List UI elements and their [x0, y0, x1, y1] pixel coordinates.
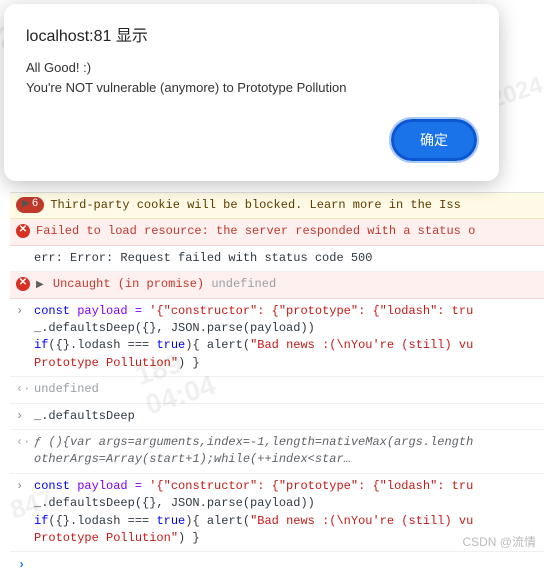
console-warning-row[interactable]: ▶6 Third-party cookie will be blocked. L… [10, 193, 544, 219]
return-arrow-icon: ‹· [16, 381, 28, 398]
dialog-line: You're NOT vulnerable (anymore) to Proto… [26, 78, 477, 98]
return-value: ƒ (){var args=arguments,index=-1,length=… [34, 434, 538, 469]
input-code: const payload = '{"constructor": {"proto… [34, 303, 538, 373]
input-code: _.defaultsDeep [34, 408, 538, 425]
input-arrow-icon: › [16, 303, 28, 320]
error-text: Failed to load resource: the server resp… [36, 223, 538, 240]
warning-text: Third-party cookie will be blocked. Lear… [50, 197, 538, 214]
alert-dialog: localhost:81 显示 All Good! :) You're NOT … [4, 4, 499, 181]
dialog-body: All Good! :) You're NOT vulnerable (anym… [26, 58, 477, 97]
error-text: ▶ Uncaught (in promise) undefined [36, 276, 538, 294]
error-icon: ✕ [16, 224, 30, 238]
csdn-watermark: CSDN @流情 [462, 533, 536, 550]
console-return-row: ‹· undefined [10, 377, 544, 403]
console-return-row: ‹· ƒ (){var args=arguments,index=-1,leng… [10, 430, 544, 474]
console-error-row[interactable]: ✕ Failed to load resource: the server re… [10, 219, 544, 245]
console-input-row[interactable]: › const payload = '{"constructor": {"pro… [10, 299, 544, 378]
error-icon: ✕ [16, 277, 30, 291]
dialog-line: All Good! :) [26, 58, 477, 78]
ok-button[interactable]: 确定 [391, 119, 477, 161]
return-arrow-icon: ‹· [16, 434, 28, 451]
console-log-row[interactable]: err: Error: Request failed with status c… [10, 246, 544, 272]
devtools-console: ▶6 Third-party cookie will be blocked. L… [10, 192, 544, 564]
return-value: undefined [34, 381, 538, 398]
console-input-row[interactable]: › _.defaultsDeep [10, 404, 544, 430]
dialog-title: localhost:81 显示 [26, 22, 477, 46]
warning-count-badge: ▶6 [16, 197, 44, 213]
expand-triangle-icon[interactable]: ▶ [36, 280, 44, 291]
log-text: err: Error: Request failed with status c… [34, 250, 538, 267]
console-error-row[interactable]: ✕ ▶ Uncaught (in promise) undefined [10, 272, 544, 299]
console-prompt[interactable]: › [10, 552, 544, 578]
input-arrow-icon: › [16, 478, 28, 495]
input-arrow-icon: › [16, 408, 28, 425]
